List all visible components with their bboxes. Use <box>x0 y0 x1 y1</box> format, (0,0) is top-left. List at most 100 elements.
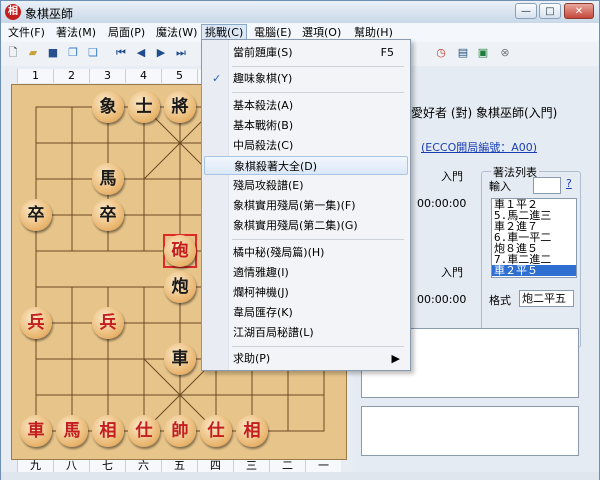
chess-piece-black[interactable]: 馬 <box>92 163 124 195</box>
format-label: 格式 <box>489 294 511 307</box>
chart-icon[interactable]: ▣ <box>475 45 491 61</box>
notes-box[interactable] <box>361 406 579 456</box>
file-label: 九 <box>17 459 53 473</box>
copy-icon[interactable]: ❐ <box>65 45 81 61</box>
chess-piece-black[interactable]: 炮 <box>164 271 196 303</box>
menu-item-weiju-huicun[interactable]: 韋局匯存(K) <box>204 303 408 322</box>
menu-item-middlegame-kills[interactable]: 中局殺法(C) <box>204 136 408 155</box>
menu-magic[interactable]: 魔法(W) <box>153 25 200 40</box>
stop-icon[interactable]: ⊗ <box>497 45 513 61</box>
menu-item-label: 基本戰術(B) <box>233 119 294 132</box>
first-move-icon[interactable]: ⏮ <box>113 45 129 61</box>
menu-item-fun-chess[interactable]: ✓ 趣味象棋(Y) <box>204 69 408 88</box>
menu-item-shiqing-yaqu[interactable]: 適情雅趣(I) <box>204 263 408 282</box>
menu-item-basic-kills[interactable]: 基本殺法(A) <box>204 96 408 115</box>
players-line: 愛好者 (對) 象棋巫師(入門) <box>411 106 558 120</box>
chess-piece-black[interactable]: 象 <box>92 91 124 123</box>
menu-item-label: 象棋實用殘局(第一集)(F) <box>233 199 356 212</box>
chess-piece-red[interactable]: 帥 <box>164 415 196 447</box>
window-title: 象棋巫師 <box>25 7 74 21</box>
format-select[interactable]: 炮二平五 <box>519 290 574 307</box>
file-labels-bottom: 九 八 七 六 五 四 三 二 一 <box>17 459 341 473</box>
chess-piece-red[interactable]: 仕 <box>200 415 232 447</box>
file-label: 4 <box>125 69 161 83</box>
menu-options[interactable]: 選項(O) <box>299 25 344 40</box>
menu-item-label: 江湖百局秘譜(L) <box>233 326 314 339</box>
move-row-selected[interactable]: 車２平５ <box>492 265 576 276</box>
status-bar <box>1 472 599 480</box>
minimize-button[interactable]: — <box>515 3 537 19</box>
next-move-icon[interactable]: ▶ <box>153 45 169 61</box>
menu-separator <box>232 92 404 93</box>
chess-piece-red[interactable]: 相 <box>236 415 268 447</box>
menu-item-practical-endgame-1[interactable]: 象棋實用殘局(第一集)(F) <box>204 196 408 215</box>
chess-piece-black[interactable]: 車 <box>164 343 196 375</box>
chess-piece-black[interactable]: 士 <box>128 91 160 123</box>
menu-item-label: 適情雅趣(I) <box>233 266 289 279</box>
last-move-icon[interactable]: ⏭ <box>173 45 189 61</box>
menu-file[interactable]: 文件(F) <box>5 25 48 40</box>
menu-item-basic-tactics[interactable]: 基本戰術(B) <box>204 116 408 135</box>
chess-piece-red[interactable]: 馬 <box>56 415 88 447</box>
clock-icon[interactable]: ◷ <box>433 45 449 61</box>
menu-item-label: 求助(P) <box>233 352 271 365</box>
menu-item-label: 橘中秘(殘局篇)(H) <box>233 246 325 259</box>
menu-item-ask-help[interactable]: 求助(P) ▶ <box>204 349 408 368</box>
menu-separator <box>232 346 404 347</box>
menu-item-label: 當前題庫(S) <box>233 46 293 59</box>
menu-item-label: 象棋實用殘局(第二集)(G) <box>233 219 358 232</box>
menu-item-endgame-attack[interactable]: 殘局攻殺譜(E) <box>204 176 408 195</box>
computer-icon[interactable]: ▤ <box>455 45 471 61</box>
bottom-player-time: 00:00:00 <box>417 293 467 306</box>
top-player-level: 入門 <box>441 170 463 183</box>
save-icon[interactable]: ■ <box>45 45 61 61</box>
menu-item-label: 韋局匯存(K) <box>233 306 293 319</box>
move-input[interactable] <box>533 177 561 194</box>
chess-piece-red[interactable]: 兵 <box>92 307 124 339</box>
chess-piece-red[interactable]: 相 <box>92 415 124 447</box>
chess-piece-red[interactable]: 砲 <box>164 235 196 267</box>
chess-piece-red[interactable]: 兵 <box>20 307 52 339</box>
bottom-player-level: 入門 <box>441 266 463 279</box>
menu-position[interactable]: 局面(P) <box>105 25 148 40</box>
file-label: 2 <box>53 69 89 83</box>
open-icon[interactable]: ▰ <box>25 45 41 61</box>
help-link[interactable]: ? <box>566 177 572 190</box>
opening-link[interactable]: (ECCO開局編號：A00) <box>421 139 537 155</box>
menu-computer[interactable]: 電腦(E) <box>251 25 295 40</box>
chess-piece-black[interactable]: 將 <box>164 91 196 123</box>
menu-item-label: 象棋殺著大全(D) <box>234 160 318 173</box>
file-label: 一 <box>305 459 341 473</box>
title-bar: 相 象棋巫師 — □ ✕ <box>1 1 599 24</box>
menu-item-lanke-shenji[interactable]: 爛柯神機(J) <box>204 283 408 302</box>
app-icon: 相 <box>5 4 21 20</box>
menu-item-jianghu-baiju[interactable]: 江湖百局秘譜(L) <box>204 323 408 342</box>
menu-item-label: 基本殺法(A) <box>233 99 294 112</box>
menu-item-label: 殘局攻殺譜(E) <box>233 179 304 192</box>
menu-item-label: 爛柯神機(J) <box>233 286 289 299</box>
file-label: 3 <box>89 69 125 83</box>
maximize-button[interactable]: □ <box>539 3 561 19</box>
chess-piece-red[interactable]: 仕 <box>128 415 160 447</box>
new-icon[interactable]: 🗋 <box>5 45 21 61</box>
menu-separator <box>232 239 404 240</box>
menu-item-current-bank[interactable]: 當前題庫(S) F5 <box>204 43 408 62</box>
move-list[interactable]: 車１平２ 5.馬二進三 車２進７ 6.車一平二 炮８進５ 7.車二進二 車２平５ <box>491 198 577 278</box>
chess-piece-black[interactable]: 卒 <box>92 199 124 231</box>
file-label: 五 <box>161 459 197 473</box>
paste-icon[interactable]: ❏ <box>85 45 101 61</box>
menu-item-shortcut: F5 <box>380 46 394 59</box>
menu-help[interactable]: 幫助(H) <box>351 25 396 40</box>
menu-moves[interactable]: 著法(M) <box>53 25 99 40</box>
file-label: 七 <box>89 459 125 473</box>
menu-item-kills-encyclopedia[interactable]: 象棋殺著大全(D) <box>204 156 408 175</box>
menu-item-juzhongmi[interactable]: 橘中秘(殘局篇)(H) <box>204 243 408 262</box>
prev-move-icon[interactable]: ◀ <box>133 45 149 61</box>
menu-item-label: 中局殺法(C) <box>233 139 294 152</box>
close-button[interactable]: ✕ <box>564 3 594 19</box>
menu-item-practical-endgame-2[interactable]: 象棋實用殘局(第二集)(G) <box>204 216 408 235</box>
submenu-arrow-icon: ▶ <box>391 352 400 365</box>
checkmark-icon: ✓ <box>212 72 222 85</box>
chess-piece-red[interactable]: 車 <box>20 415 52 447</box>
chess-piece-black[interactable]: 卒 <box>20 199 52 231</box>
